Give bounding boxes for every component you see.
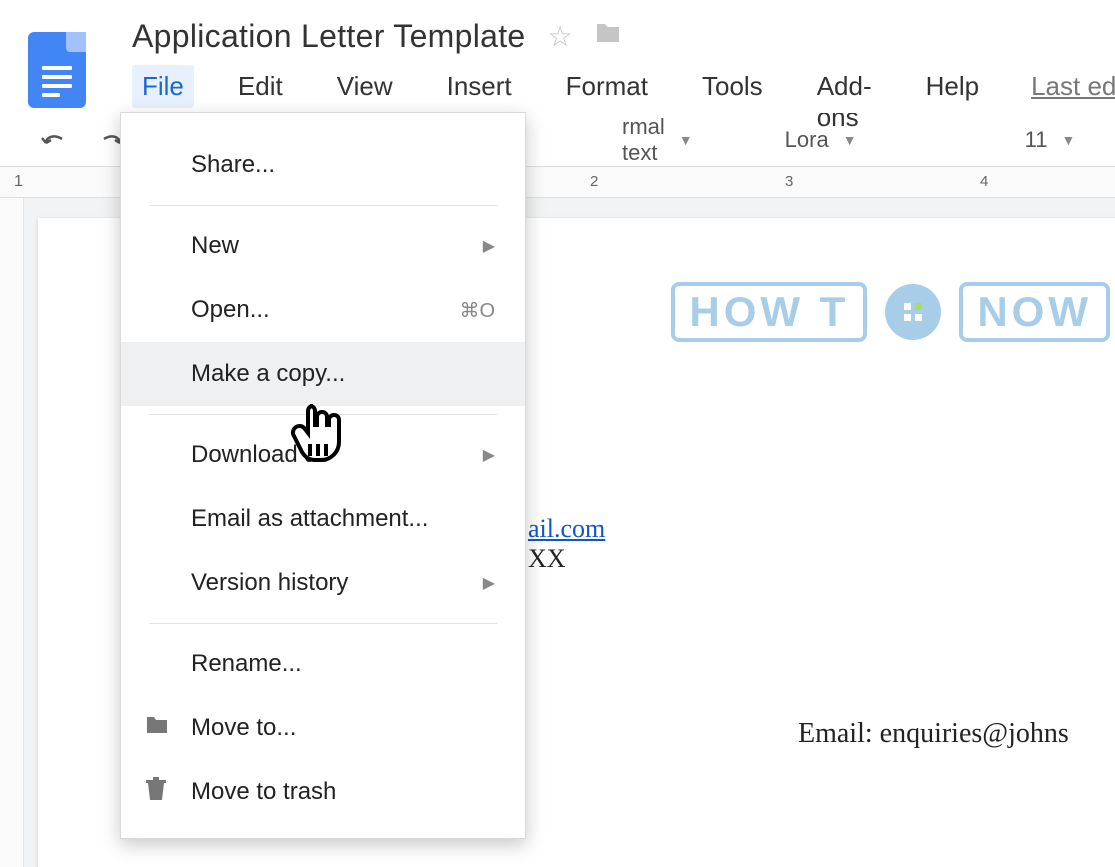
paragraph-style-label: rmal text [622,114,665,166]
menu-format[interactable]: Format [556,65,658,108]
email-contact-line: Email: enquiries@johns [798,718,1069,750]
folder-icon[interactable] [595,22,621,51]
font-size-select[interactable]: 11 ▼ [1009,127,1109,153]
masked-text: XX [528,544,566,573]
menu-rename[interactable]: Rename... [121,632,525,696]
menu-edit[interactable]: Edit [228,65,293,108]
menu-tools[interactable]: Tools [692,65,773,108]
badge-right: NOW [959,282,1110,342]
menu-share-label: Share... [191,151,275,179]
menu-new[interactable]: New ▶ [121,214,525,278]
ruler-mark: 1 [14,173,23,191]
watermark-badge: HOW T NOW [671,282,1110,342]
menu-separator [149,623,497,624]
menu-share[interactable]: Share... [121,133,525,197]
font-size-label: 11 [1025,127,1048,153]
submenu-arrow-icon: ▶ [483,236,495,256]
file-dropdown-menu: Share... New ▶ Open... ⌘O Make a copy...… [120,112,526,839]
document-title[interactable]: Application Letter Template [132,18,526,55]
menu-view[interactable]: View [327,65,403,108]
font-family-label: Lora [785,127,829,153]
menu-open[interactable]: Open... ⌘O [121,278,525,342]
menu-version-history[interactable]: Version history ▶ [121,551,525,615]
menu-make-a-copy-label: Make a copy... [191,360,345,388]
undo-button[interactable] [40,129,68,151]
star-icon[interactable]: ☆ [548,20,573,53]
docs-logo-icon[interactable] [28,32,86,108]
folder-icon [145,714,169,742]
menu-help[interactable]: Help [916,65,989,108]
caret-down-icon: ▼ [1061,132,1075,148]
ruler-mark: 3 [785,173,793,190]
menu-email-attachment[interactable]: Email as attachment... [121,487,525,551]
email-link-partial[interactable]: ail.com [528,514,605,543]
menu-file[interactable]: File [132,65,194,108]
font-family-select[interactable]: Lora ▼ [769,127,949,153]
menu-move-to-trash-label: Move to trash [191,778,336,806]
ruler-mark: 2 [590,173,598,190]
trash-icon [145,777,167,808]
ruler-mark: 4 [980,173,988,190]
menu-email-attachment-label: Email as attachment... [191,505,428,533]
menu-rename-label: Rename... [191,650,302,678]
menu-move-to[interactable]: Move to... [121,696,525,760]
app-header: Application Letter Template ☆ File Edit … [0,0,1115,112]
menu-make-a-copy[interactable]: Make a copy... [121,342,525,406]
menu-new-label: New [191,232,239,260]
caret-down-icon: ▼ [843,132,857,148]
last-edit-link[interactable]: Last edit was 2 [1031,71,1115,102]
vertical-ruler[interactable] [0,198,24,867]
badge-left: HOW T [671,282,867,342]
paragraph-style-select[interactable]: rmal text ▼ [606,114,709,166]
caret-down-icon: ▼ [679,132,693,148]
shortcut-label: ⌘O [459,298,495,323]
submenu-arrow-icon: ▶ [483,573,495,593]
menu-version-history-label: Version history [191,569,348,597]
menu-separator [149,205,497,206]
badge-logo-icon [885,284,941,340]
cursor-hand-icon [290,400,344,464]
menu-move-to-trash[interactable]: Move to trash [121,760,525,824]
menu-move-to-label: Move to... [191,714,296,742]
menu-insert[interactable]: Insert [437,65,522,108]
submenu-arrow-icon: ▶ [483,445,495,465]
menu-open-label: Open... [191,296,270,324]
